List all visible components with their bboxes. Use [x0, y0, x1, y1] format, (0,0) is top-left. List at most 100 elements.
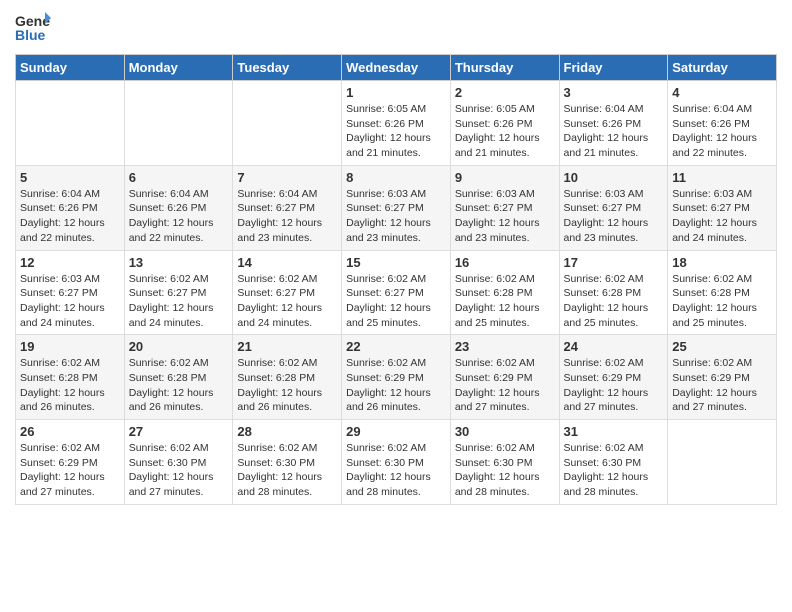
day-number: 21 [237, 339, 337, 354]
calendar-cell: 19 Sunrise: 6:02 AM Sunset: 6:28 PM Dayli… [16, 335, 125, 420]
day-number: 10 [564, 170, 664, 185]
weekday-header-cell: Monday [124, 55, 233, 81]
day-info: Sunrise: 6:02 AM Sunset: 6:28 PM Dayligh… [564, 272, 664, 331]
day-info: Sunrise: 6:02 AM Sunset: 6:30 PM Dayligh… [129, 441, 229, 500]
page-container: General Blue SundayMondayTuesdayWednesda… [0, 0, 792, 515]
calendar-week-row: 5 Sunrise: 6:04 AM Sunset: 6:26 PM Daylig… [16, 165, 777, 250]
logo-text-container: General Blue [15, 10, 51, 46]
day-number: 5 [20, 170, 120, 185]
day-number: 14 [237, 255, 337, 270]
calendar-week-row: 19 Sunrise: 6:02 AM Sunset: 6:28 PM Dayli… [16, 335, 777, 420]
day-info: Sunrise: 6:02 AM Sunset: 6:29 PM Dayligh… [20, 441, 120, 500]
calendar-cell: 21 Sunrise: 6:02 AM Sunset: 6:28 PM Dayli… [233, 335, 342, 420]
calendar-cell: 29 Sunrise: 6:02 AM Sunset: 6:30 PM Dayli… [342, 420, 451, 505]
weekday-header-cell: Wednesday [342, 55, 451, 81]
day-number: 9 [455, 170, 555, 185]
day-info: Sunrise: 6:02 AM Sunset: 6:29 PM Dayligh… [455, 356, 555, 415]
day-info: Sunrise: 6:04 AM Sunset: 6:27 PM Dayligh… [237, 187, 337, 246]
day-info: Sunrise: 6:02 AM Sunset: 6:27 PM Dayligh… [129, 272, 229, 331]
day-number: 22 [346, 339, 446, 354]
day-info: Sunrise: 6:03 AM Sunset: 6:27 PM Dayligh… [564, 187, 664, 246]
day-info: Sunrise: 6:04 AM Sunset: 6:26 PM Dayligh… [129, 187, 229, 246]
calendar-cell: 13 Sunrise: 6:02 AM Sunset: 6:27 PM Dayli… [124, 250, 233, 335]
day-number: 12 [20, 255, 120, 270]
calendar-week-row: 12 Sunrise: 6:03 AM Sunset: 6:27 PM Dayli… [16, 250, 777, 335]
calendar-week-row: 1 Sunrise: 6:05 AM Sunset: 6:26 PM Daylig… [16, 81, 777, 166]
calendar-cell: 11Sunrise: 6:03 AM Sunset: 6:27 PM Dayli… [668, 165, 777, 250]
day-number: 15 [346, 255, 446, 270]
weekday-header-cell: Friday [559, 55, 668, 81]
header: General Blue [15, 10, 777, 46]
day-info: Sunrise: 6:02 AM Sunset: 6:29 PM Dayligh… [346, 356, 446, 415]
day-number: 17 [564, 255, 664, 270]
calendar-cell [16, 81, 125, 166]
day-info: Sunrise: 6:02 AM Sunset: 6:28 PM Dayligh… [237, 356, 337, 415]
day-info: Sunrise: 6:04 AM Sunset: 6:26 PM Dayligh… [20, 187, 120, 246]
calendar-cell: 4Sunrise: 6:04 AM Sunset: 6:26 PM Daylig… [668, 81, 777, 166]
logo-bird-icon: General Blue [15, 10, 51, 46]
day-info: Sunrise: 6:02 AM Sunset: 6:28 PM Dayligh… [20, 356, 120, 415]
day-info: Sunrise: 6:02 AM Sunset: 6:29 PM Dayligh… [672, 356, 772, 415]
calendar-cell: 1 Sunrise: 6:05 AM Sunset: 6:26 PM Daylig… [342, 81, 451, 166]
weekday-header-cell: Saturday [668, 55, 777, 81]
day-info: Sunrise: 6:02 AM Sunset: 6:30 PM Dayligh… [346, 441, 446, 500]
calendar-cell: 9 Sunrise: 6:03 AM Sunset: 6:27 PM Daylig… [450, 165, 559, 250]
day-number: 4 [672, 85, 772, 100]
calendar-cell [124, 81, 233, 166]
day-info: Sunrise: 6:05 AM Sunset: 6:26 PM Dayligh… [455, 102, 555, 161]
weekday-header-cell: Sunday [16, 55, 125, 81]
day-info: Sunrise: 6:03 AM Sunset: 6:27 PM Dayligh… [346, 187, 446, 246]
day-number: 26 [20, 424, 120, 439]
day-number: 6 [129, 170, 229, 185]
calendar-cell [233, 81, 342, 166]
day-number: 25 [672, 339, 772, 354]
calendar-cell: 2 Sunrise: 6:05 AM Sunset: 6:26 PM Daylig… [450, 81, 559, 166]
day-info: Sunrise: 6:02 AM Sunset: 6:30 PM Dayligh… [564, 441, 664, 500]
day-info: Sunrise: 6:02 AM Sunset: 6:27 PM Dayligh… [237, 272, 337, 331]
calendar-cell: 14 Sunrise: 6:02 AM Sunset: 6:27 PM Dayli… [233, 250, 342, 335]
day-number: 18 [672, 255, 772, 270]
day-number: 20 [129, 339, 229, 354]
calendar-cell: 31 Sunrise: 6:02 AM Sunset: 6:30 PM Dayli… [559, 420, 668, 505]
day-number: 8 [346, 170, 446, 185]
calendar-cell: 25 Sunrise: 6:02 AM Sunset: 6:29 PM Dayli… [668, 335, 777, 420]
day-number: 19 [20, 339, 120, 354]
day-number: 27 [129, 424, 229, 439]
calendar-cell: 27 Sunrise: 6:02 AM Sunset: 6:30 PM Dayli… [124, 420, 233, 505]
calendar-cell: 18 Sunrise: 6:02 AM Sunset: 6:28 PM Dayli… [668, 250, 777, 335]
calendar-cell: 10 Sunrise: 6:03 AM Sunset: 6:27 PM Dayli… [559, 165, 668, 250]
day-number: 29 [346, 424, 446, 439]
day-info: Sunrise: 6:03 AM Sunset: 6:27 PM Dayligh… [455, 187, 555, 246]
calendar-cell: 8 Sunrise: 6:03 AM Sunset: 6:27 PM Daylig… [342, 165, 451, 250]
svg-text:Blue: Blue [15, 27, 46, 43]
day-number: 24 [564, 339, 664, 354]
day-number: 23 [455, 339, 555, 354]
calendar-cell: 5 Sunrise: 6:04 AM Sunset: 6:26 PM Daylig… [16, 165, 125, 250]
calendar-cell: 23 Sunrise: 6:02 AM Sunset: 6:29 PM Dayli… [450, 335, 559, 420]
calendar-cell: 26 Sunrise: 6:02 AM Sunset: 6:29 PM Dayli… [16, 420, 125, 505]
day-info: Sunrise: 6:02 AM Sunset: 6:28 PM Dayligh… [672, 272, 772, 331]
calendar-body: 1 Sunrise: 6:05 AM Sunset: 6:26 PM Daylig… [16, 81, 777, 505]
day-info: Sunrise: 6:05 AM Sunset: 6:26 PM Dayligh… [346, 102, 446, 161]
day-info: Sunrise: 6:02 AM Sunset: 6:28 PM Dayligh… [129, 356, 229, 415]
calendar-cell [668, 420, 777, 505]
calendar-cell: 24 Sunrise: 6:02 AM Sunset: 6:29 PM Dayli… [559, 335, 668, 420]
day-number: 1 [346, 85, 446, 100]
calendar-cell: 20 Sunrise: 6:02 AM Sunset: 6:28 PM Dayli… [124, 335, 233, 420]
day-number: 7 [237, 170, 337, 185]
weekday-header-row: SundayMondayTuesdayWednesdayThursdayFrid… [16, 55, 777, 81]
day-info: Sunrise: 6:02 AM Sunset: 6:28 PM Dayligh… [455, 272, 555, 331]
day-info: Sunrise: 6:02 AM Sunset: 6:29 PM Dayligh… [564, 356, 664, 415]
day-number: 11 [672, 170, 772, 185]
day-info: Sunrise: 6:04 AM Sunset: 6:26 PM Dayligh… [564, 102, 664, 161]
day-number: 31 [564, 424, 664, 439]
calendar-cell: 15Sunrise: 6:02 AM Sunset: 6:27 PM Dayli… [342, 250, 451, 335]
day-number: 3 [564, 85, 664, 100]
day-info: Sunrise: 6:02 AM Sunset: 6:30 PM Dayligh… [455, 441, 555, 500]
calendar-week-row: 26 Sunrise: 6:02 AM Sunset: 6:29 PM Dayli… [16, 420, 777, 505]
day-info: Sunrise: 6:03 AM Sunset: 6:27 PM Dayligh… [20, 272, 120, 331]
calendar-cell: 3 Sunrise: 6:04 AM Sunset: 6:26 PM Daylig… [559, 81, 668, 166]
day-number: 13 [129, 255, 229, 270]
day-number: 2 [455, 85, 555, 100]
calendar-cell: 7 Sunrise: 6:04 AM Sunset: 6:27 PM Daylig… [233, 165, 342, 250]
